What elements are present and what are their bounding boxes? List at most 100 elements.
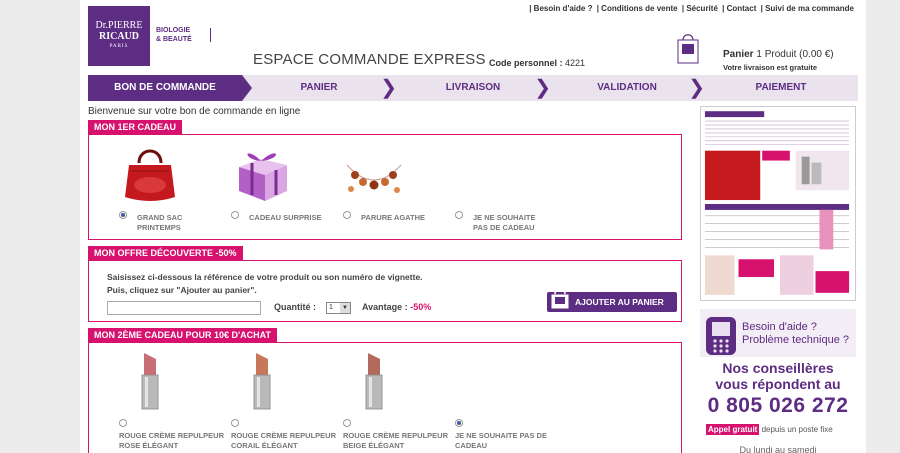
- chevron-right-icon: ❯: [380, 77, 397, 99]
- option-label: CADEAU: [455, 441, 488, 450]
- option-label: GRAND SAC: [137, 213, 183, 222]
- shopping-bag-icon[interactable]: [677, 30, 699, 64]
- security-link[interactable]: | Sécurité: [682, 4, 718, 13]
- add-to-cart-button[interactable]: AJOUTER AU PANIER: [547, 288, 677, 312]
- logo-line2: RICAUD: [99, 31, 139, 42]
- mobile-phone-icon: [706, 317, 736, 355]
- free-call-text: depuis un poste fixe: [761, 425, 833, 434]
- necklace-image[interactable]: [343, 145, 405, 203]
- checkout-steps: BON DE COMMANDE PANIER ❯ LIVRAISON ❯ VAL…: [88, 75, 858, 101]
- cart-count: 1 Produit (0.00 €): [756, 49, 834, 60]
- cart-label: Panier: [723, 49, 754, 60]
- help-line1: Nos conseillères: [722, 360, 834, 376]
- step-cart[interactable]: PANIER ❯: [242, 75, 397, 101]
- product-reference-input[interactable]: [107, 301, 261, 315]
- welcome-text: Bienvenue sur votre bon de commande en l…: [88, 106, 301, 117]
- order-form-flyer-image[interactable]: [700, 106, 856, 301]
- order-page: | Besoin d'aide ? | Conditions de vente …: [80, 0, 866, 453]
- gift1-radio-none[interactable]: [455, 211, 463, 219]
- gift2-option-none: JE NE SOUHAITE PAS DE CADEAU: [455, 431, 547, 451]
- gift2-option-coral: ROUGE CRÈME REPULPEUR CORAIL ÉLÉGANT: [231, 431, 336, 451]
- lipstick-rose-image[interactable]: [119, 349, 181, 413]
- gift-box-image[interactable]: [231, 141, 293, 205]
- option-label: ROUGE CRÈME REPULPEUR: [343, 431, 449, 440]
- offer-title: MON OFFRE DÉCOUVERTE -50%: [88, 246, 243, 260]
- tagline-line1: BIOLOGIE: [156, 27, 191, 34]
- quantity-label: Quantité :: [274, 302, 316, 312]
- contact-link[interactable]: | Contact: [722, 4, 756, 13]
- tagline-line2: & BEAUTÉ: [156, 36, 192, 43]
- code-value: 4221: [565, 58, 586, 68]
- help-panel: Besoin d'aide ? Problème technique ? Nos…: [700, 305, 856, 453]
- option-label: PARURE AGATHE: [361, 213, 426, 222]
- option-label: ROSE ÉLÉGANT: [119, 441, 179, 450]
- help-questions: Besoin d'aide ? Problème technique ?: [742, 321, 849, 347]
- gift2-radio-coral[interactable]: [231, 419, 239, 427]
- help-question: Problème technique ?: [742, 334, 850, 346]
- logo-line1: Dr.PIERRE: [95, 20, 143, 31]
- red-bag-image[interactable]: [119, 141, 181, 205]
- step-label: BON DE COMMANDE: [114, 82, 216, 93]
- chevron-right-icon: ❯: [534, 77, 551, 99]
- offer-instructions: Saisissez ci-dessous la référence de vot…: [107, 271, 423, 297]
- option-label: ROUGE CRÈME REPULPEUR: [231, 431, 337, 440]
- option-label: CADEAU SURPRISE: [249, 213, 322, 222]
- help-phone-number[interactable]: 0 805 026 272: [700, 394, 856, 418]
- lipstick-coral-image[interactable]: [231, 349, 293, 413]
- cart-summary[interactable]: Panier 1 Produit (0.00 €) Votre livraiso…: [723, 49, 834, 72]
- gift2-radio-rose[interactable]: [119, 419, 127, 427]
- page-title: ESPACE COMMANDE EXPRESS: [253, 51, 486, 68]
- advantage-label: Avantage :: [362, 302, 408, 312]
- cart-shipping: Votre livraison est gratuite: [723, 63, 818, 72]
- gift2-option-rose: ROUGE CRÈME REPULPEUR ROSE ÉLÉGANT: [119, 431, 224, 451]
- help-banner: Besoin d'aide ? Problème technique ?: [700, 309, 856, 357]
- help-hours: Du lundi au samedi: [739, 445, 817, 453]
- gift1-radio-agathe[interactable]: [343, 211, 351, 219]
- option-label: BEIGE ÉLÉGANT: [343, 441, 405, 450]
- quantity-select[interactable]: 1 ▼: [326, 302, 351, 314]
- step-order-form[interactable]: BON DE COMMANDE: [88, 75, 252, 101]
- gift1-title: MON 1ER CADEAU: [88, 120, 183, 134]
- option-label: PRINTEMPS: [137, 223, 181, 232]
- terms-link[interactable]: | Conditions de vente: [597, 4, 678, 13]
- gift1-radio-surprise[interactable]: [231, 211, 239, 219]
- option-label: CORAIL ÉLÉGANT: [231, 441, 298, 450]
- instruction-line: Saisissez ci-dessous la référence de vot…: [107, 272, 423, 282]
- option-label: ROUGE CRÈME REPULPEUR: [119, 431, 225, 440]
- brand-logo[interactable]: Dr.PIERRE RICAUD PARIS: [88, 6, 150, 66]
- advantage: Avantage : -50%: [362, 302, 431, 312]
- order-tracking-link[interactable]: | Suivi de ma commande: [761, 4, 854, 13]
- shopping-bag-icon: [550, 288, 570, 310]
- help-question: Besoin d'aide ?: [742, 321, 817, 333]
- step-payment[interactable]: PAIEMENT: [704, 75, 858, 101]
- top-links: | Besoin d'aide ? | Conditions de vente …: [527, 4, 854, 13]
- option-label: JE NE SOUHAITE PAS DE: [455, 431, 547, 440]
- personal-code: Code personnel : 4221: [489, 58, 585, 68]
- step-arrow: [242, 75, 252, 101]
- option-label: PAS DE CADEAU: [473, 223, 535, 232]
- help-link[interactable]: | Besoin d'aide ?: [529, 4, 592, 13]
- gift2-option-beige: ROUGE CRÈME REPULPEUR BEIGE ÉLÉGANT: [343, 431, 448, 451]
- step-label: LIVRAISON: [445, 82, 501, 93]
- option-label: JE NE SOUHAITE: [473, 213, 536, 222]
- gift2-box: ROUGE CRÈME REPULPEUR ROSE ÉLÉGANT ROUGE…: [88, 342, 682, 453]
- free-call-note: Appel gratuit depuis un poste fixe: [706, 424, 833, 435]
- lipstick-beige-image[interactable]: [343, 349, 405, 413]
- advantage-value: -50%: [410, 302, 432, 312]
- help-line2: vous répondent au: [715, 376, 841, 392]
- gift1-option-agathe: PARURE AGATHE: [361, 213, 425, 223]
- gift2-title: MON 2ÈME CADEAU POUR 10€ D'ACHAT: [88, 328, 277, 342]
- step-delivery[interactable]: LIVRAISON ❯: [396, 75, 551, 101]
- tagline-divider: [210, 28, 211, 42]
- free-call-badge: Appel gratuit: [706, 424, 760, 435]
- gift1-option-surprise: CADEAU SURPRISE: [249, 213, 322, 223]
- gift1-radio-bag[interactable]: [119, 211, 127, 219]
- chevron-right-icon: ❯: [688, 77, 705, 99]
- gift2-radio-beige[interactable]: [343, 419, 351, 427]
- step-label: PANIER: [300, 82, 338, 93]
- gift2-radio-none[interactable]: [455, 419, 463, 427]
- instruction-line: Puis, cliquez sur "Ajouter au panier".: [107, 285, 257, 295]
- step-label: PAIEMENT: [755, 82, 807, 93]
- chevron-down-icon: ▼: [340, 303, 350, 313]
- step-validation[interactable]: VALIDATION ❯: [550, 75, 705, 101]
